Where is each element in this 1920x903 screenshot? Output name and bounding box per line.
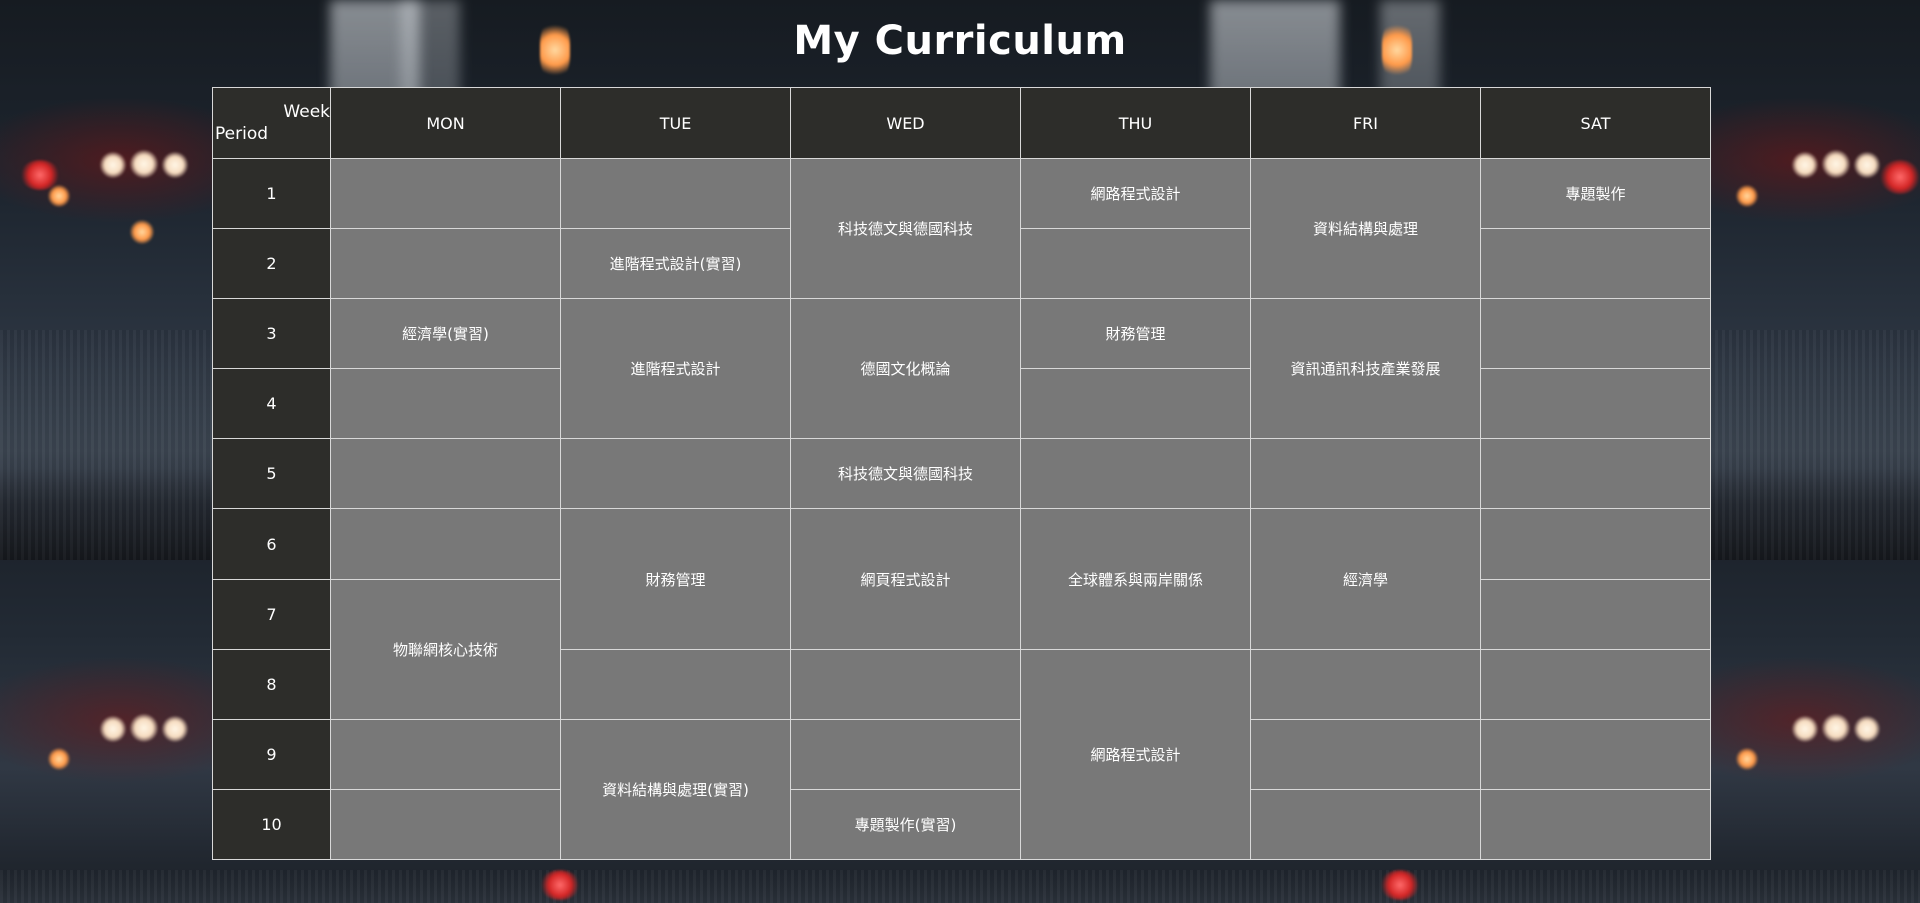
period-label-1: 1	[212, 157, 331, 230]
cell-thu-4	[1020, 368, 1251, 440]
course-fri-3-4: 資訊通訊科技產業發展	[1250, 298, 1481, 440]
period-label-7: 7	[212, 578, 331, 650]
cell-sat-5	[1480, 438, 1711, 510]
cell-fri-9	[1250, 718, 1481, 790]
cell-tue-5	[560, 438, 791, 510]
course-thu-6-7: 全球體系與兩岸關係	[1020, 508, 1251, 650]
page-title: My Curriculum	[793, 18, 1127, 64]
cell-sat-10	[1480, 788, 1711, 861]
course-wed-1-2: 科技德文與德國科技	[790, 157, 1021, 300]
cell-mon-1	[330, 157, 561, 230]
course-tue-6-7: 財務管理	[560, 508, 791, 650]
cell-sat-9	[1480, 718, 1711, 790]
cell-mon-9	[330, 718, 561, 790]
week-label: Week	[283, 102, 330, 122]
cell-fri-10	[1250, 788, 1481, 861]
period-row-3: 3 經濟學(實習) 進階程式設計 德國文化概論 財務管理 資訊通訊科技產業發展	[212, 298, 1711, 440]
period-row-1: 1 科技德文與德國科技 網路程式設計 資料結構與處理 專題製作	[212, 157, 1711, 300]
period-label-2: 2	[212, 228, 331, 300]
course-fri-6-7: 經濟學	[1250, 508, 1481, 650]
cell-sat-2	[1480, 228, 1711, 300]
course-wed-6-7: 網頁程式設計	[790, 508, 1021, 650]
course-tue-2: 進階程式設計(實習)	[560, 228, 791, 300]
cell-wed-9	[790, 718, 1021, 790]
header-row: Week Period MON TUE WED THU FRI SAT	[212, 87, 1711, 159]
day-header-mon: MON	[330, 87, 561, 159]
course-tue-3-4: 進階程式設計	[560, 298, 791, 440]
period-label-9: 9	[212, 718, 331, 790]
period-row-10: 10 專題製作(實習)	[212, 788, 1711, 861]
period-label-10: 10	[212, 788, 331, 861]
course-thu-1: 網路程式設計	[1020, 157, 1251, 230]
cell-sat-7	[1480, 578, 1711, 650]
cell-mon-5	[330, 438, 561, 510]
course-tue-9-10: 資料結構與處理(實習)	[560, 718, 791, 861]
curriculum-table: Week Period MON TUE WED THU FRI SAT 1 科技…	[212, 87, 1711, 861]
period-row-5: 5 科技德文與德國科技	[212, 438, 1711, 510]
cell-fri-5	[1250, 438, 1481, 510]
cell-thu-2	[1020, 228, 1251, 300]
course-sat-1: 專題製作	[1480, 157, 1711, 230]
course-mon-3: 經濟學(實習)	[330, 298, 561, 370]
cell-thu-5	[1020, 438, 1251, 510]
course-mon-7-8: 物聯網核心技術	[330, 578, 561, 720]
cell-wed-8	[790, 648, 1021, 720]
day-header-tue: TUE	[560, 87, 791, 159]
course-thu-8-10: 網路程式設計	[1020, 648, 1251, 861]
corner-cell: Week Period	[212, 87, 331, 159]
period-label-6: 6	[212, 508, 331, 580]
cell-mon-10	[330, 788, 561, 861]
period-label-8: 8	[212, 648, 331, 720]
course-wed-10: 專題製作(實習)	[790, 788, 1021, 861]
cell-fri-8	[1250, 648, 1481, 720]
cell-sat-8	[1480, 648, 1711, 720]
course-thu-3: 財務管理	[1020, 298, 1251, 370]
cell-mon-2	[330, 228, 561, 300]
day-header-thu: THU	[1020, 87, 1251, 159]
course-wed-3-4: 德國文化概論	[790, 298, 1021, 440]
day-header-wed: WED	[790, 87, 1021, 159]
day-header-sat: SAT	[1480, 87, 1711, 159]
cell-mon-4	[330, 368, 561, 440]
period-label-3: 3	[212, 298, 331, 370]
cell-sat-6	[1480, 508, 1711, 580]
cell-sat-3	[1480, 298, 1711, 370]
period-label-5: 5	[212, 438, 331, 510]
course-fri-1-2: 資料結構與處理	[1250, 157, 1481, 300]
period-label-4: 4	[212, 368, 331, 440]
period-row-9: 9 資料結構與處理(實習)	[212, 718, 1711, 861]
day-header-fri: FRI	[1250, 87, 1481, 159]
course-wed-5: 科技德文與德國科技	[790, 438, 1021, 510]
cell-tue-8	[560, 648, 791, 720]
cell-tue-1	[560, 157, 791, 230]
cell-mon-6	[330, 508, 561, 580]
cell-sat-4	[1480, 368, 1711, 440]
period-row-6: 6 財務管理 網頁程式設計 全球體系與兩岸關係 經濟學	[212, 508, 1711, 650]
period-label: Period	[215, 124, 269, 144]
